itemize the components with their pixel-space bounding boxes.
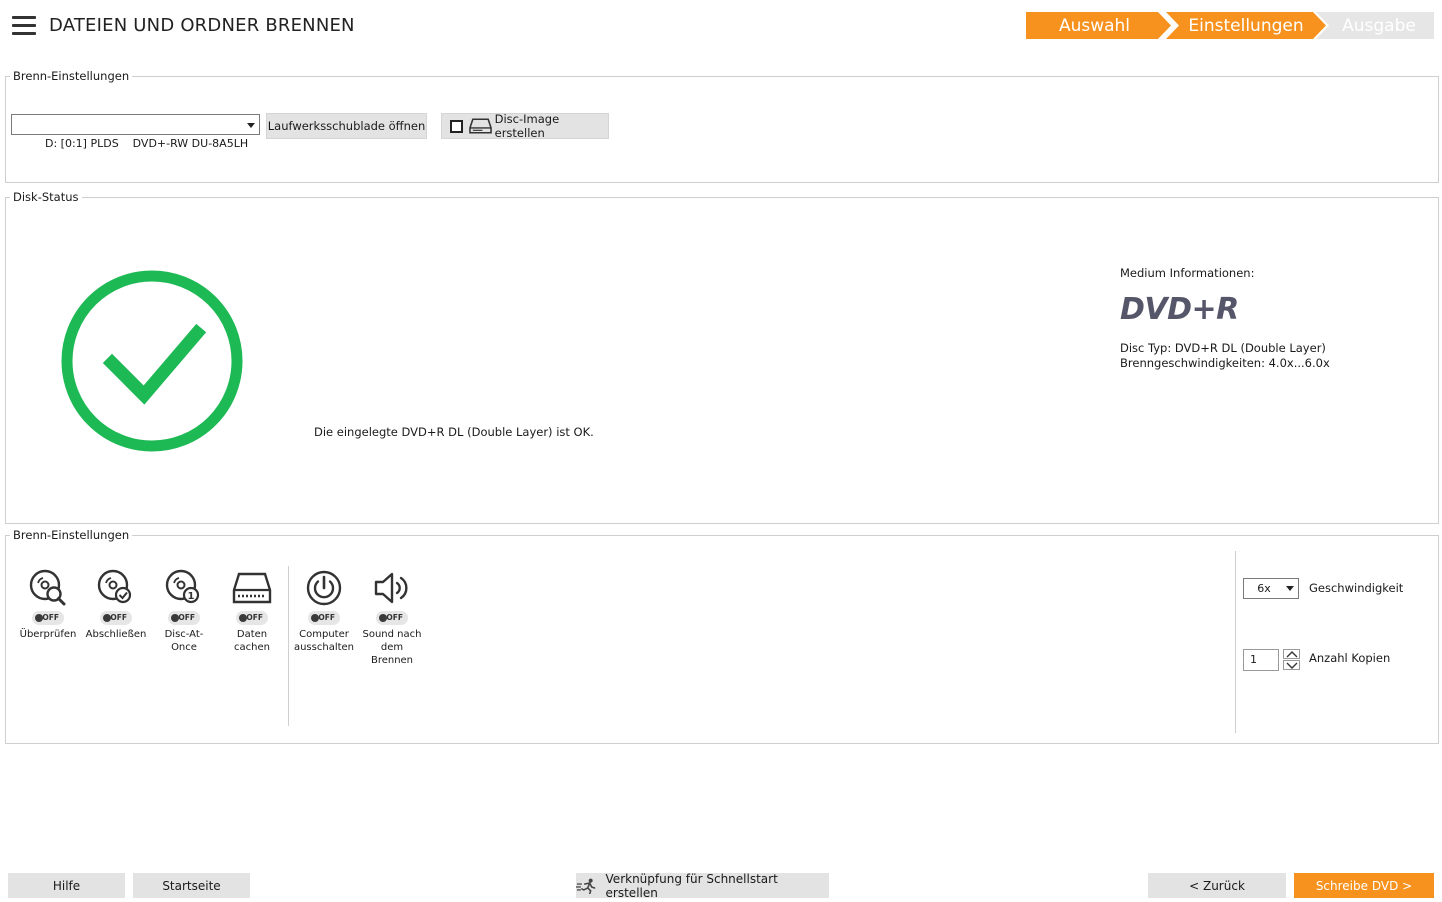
option-verify[interactable]: OFF Überprüfen [16, 568, 80, 641]
copies-label: Anzahl Kopien [1309, 651, 1391, 665]
step-auswahl[interactable]: Auswahl [1026, 12, 1171, 39]
back-button[interactable]: < Zurück [1148, 873, 1286, 898]
checkmark-ok-icon [61, 270, 243, 452]
verify-disc-icon [29, 569, 66, 606]
speed-select[interactable]: 6x [1243, 578, 1299, 599]
step-einstellungen[interactable]: Einstellungen [1166, 12, 1326, 39]
chevron-up-icon [1286, 650, 1297, 657]
copies-increment[interactable] [1283, 649, 1300, 659]
medium-info-title: Medium Informationen: [1120, 266, 1255, 280]
disc-type: Disc Typ: DVD+R DL (Double Layer) [1120, 341, 1326, 355]
write-dvd-button[interactable]: Schreibe DVD > [1294, 873, 1434, 898]
step-label: Auswahl [1058, 15, 1131, 36]
open-tray-button[interactable]: Laufwerksschublade öffnen [266, 113, 427, 139]
help-button[interactable]: Hilfe [8, 873, 125, 898]
option-sound[interactable]: OFF Sound nach dem Brennen [359, 568, 425, 667]
speaker-icon [374, 572, 408, 604]
disc-image-toggle[interactable]: Disc-Image erstellen [441, 112, 609, 140]
copies-decrement[interactable] [1283, 660, 1300, 670]
menu-icon[interactable] [12, 16, 36, 36]
step-label: Einstellungen [1188, 15, 1304, 36]
shutdown-toggle[interactable]: OFF [308, 611, 340, 625]
finalize-label: Abschließen [85, 629, 147, 640]
cache-data-toggle[interactable]: OFF [236, 611, 268, 625]
speed-label: Geschwindigkeit [1309, 581, 1404, 595]
page-title: DATEIEN UND ORDNER BRENNEN [49, 15, 355, 36]
step-ausgabe[interactable]: Ausgabe [1316, 12, 1434, 39]
disc-image-checkbox[interactable] [450, 119, 463, 133]
disc-at-once-label: Disc-At-Once [164, 629, 204, 653]
burn-settings-legend: Brenn-Einstellungen [10, 69, 133, 83]
drive-cache-icon [232, 572, 272, 604]
burn-speeds: Brenngeschwindigkeiten: 4.0x...6.0x [1120, 356, 1330, 370]
verify-label: Überprüfen [19, 629, 77, 640]
chevron-down-icon [1286, 586, 1294, 591]
drive-select-value: D: [0:1] PLDS DVD+-RW DU-8A5LH [45, 137, 249, 150]
disk-status-message: Die eingelegte DVD+R DL (Double Layer) i… [314, 425, 594, 439]
chevron-down-icon [1286, 662, 1297, 669]
power-icon [306, 570, 342, 606]
shutdown-label: Computer ausschalten [293, 629, 355, 653]
quickstart-shortcut-button[interactable]: Verknüpfung für Schnellstart erstellen [576, 871, 829, 900]
verify-toggle[interactable]: OFF [32, 611, 64, 625]
quickstart-shortcut-label: Verknüpfung für Schnellstart erstellen [605, 871, 778, 900]
burn-options-legend: Brenn-Einstellungen [10, 528, 133, 542]
speed-divider [1235, 551, 1236, 733]
option-cache-data[interactable]: OFF Daten cachen [220, 568, 284, 654]
speed-select-value: 6x [1257, 582, 1271, 595]
cache-data-label: Daten cachen [234, 629, 270, 653]
drive-icon [468, 118, 492, 134]
finalize-disc-icon [97, 569, 132, 604]
step-label: Ausgabe [1342, 15, 1416, 36]
disc-at-once-icon: 1 [165, 569, 200, 604]
sound-label: Sound nach dem Brennen [362, 629, 422, 666]
disk-status-legend: Disk-Status [10, 190, 82, 204]
sound-toggle[interactable]: OFF [376, 611, 408, 625]
finalize-toggle[interactable]: OFF [100, 611, 132, 625]
home-button[interactable]: Startseite [133, 873, 250, 898]
copies-input[interactable]: 1 [1243, 649, 1279, 671]
options-divider [288, 566, 289, 726]
drive-select[interactable]: D: [0:1] PLDS DVD+-RW DU-8A5LH [11, 114, 260, 150]
running-man-icon [576, 878, 596, 894]
disc-at-once-toggle[interactable]: OFF [168, 611, 200, 625]
medium-type: DVD+R [1120, 292, 1239, 327]
chevron-down-icon [247, 123, 255, 128]
option-disc-at-once[interactable]: 1 OFF Disc-At-Once [152, 568, 216, 654]
option-finalize[interactable]: OFF Abschließen [84, 568, 148, 641]
option-shutdown[interactable]: OFF Computer ausschalten [292, 568, 356, 654]
svg-text:1: 1 [188, 591, 195, 602]
disc-image-label: Disc-Image erstellen [494, 112, 560, 140]
